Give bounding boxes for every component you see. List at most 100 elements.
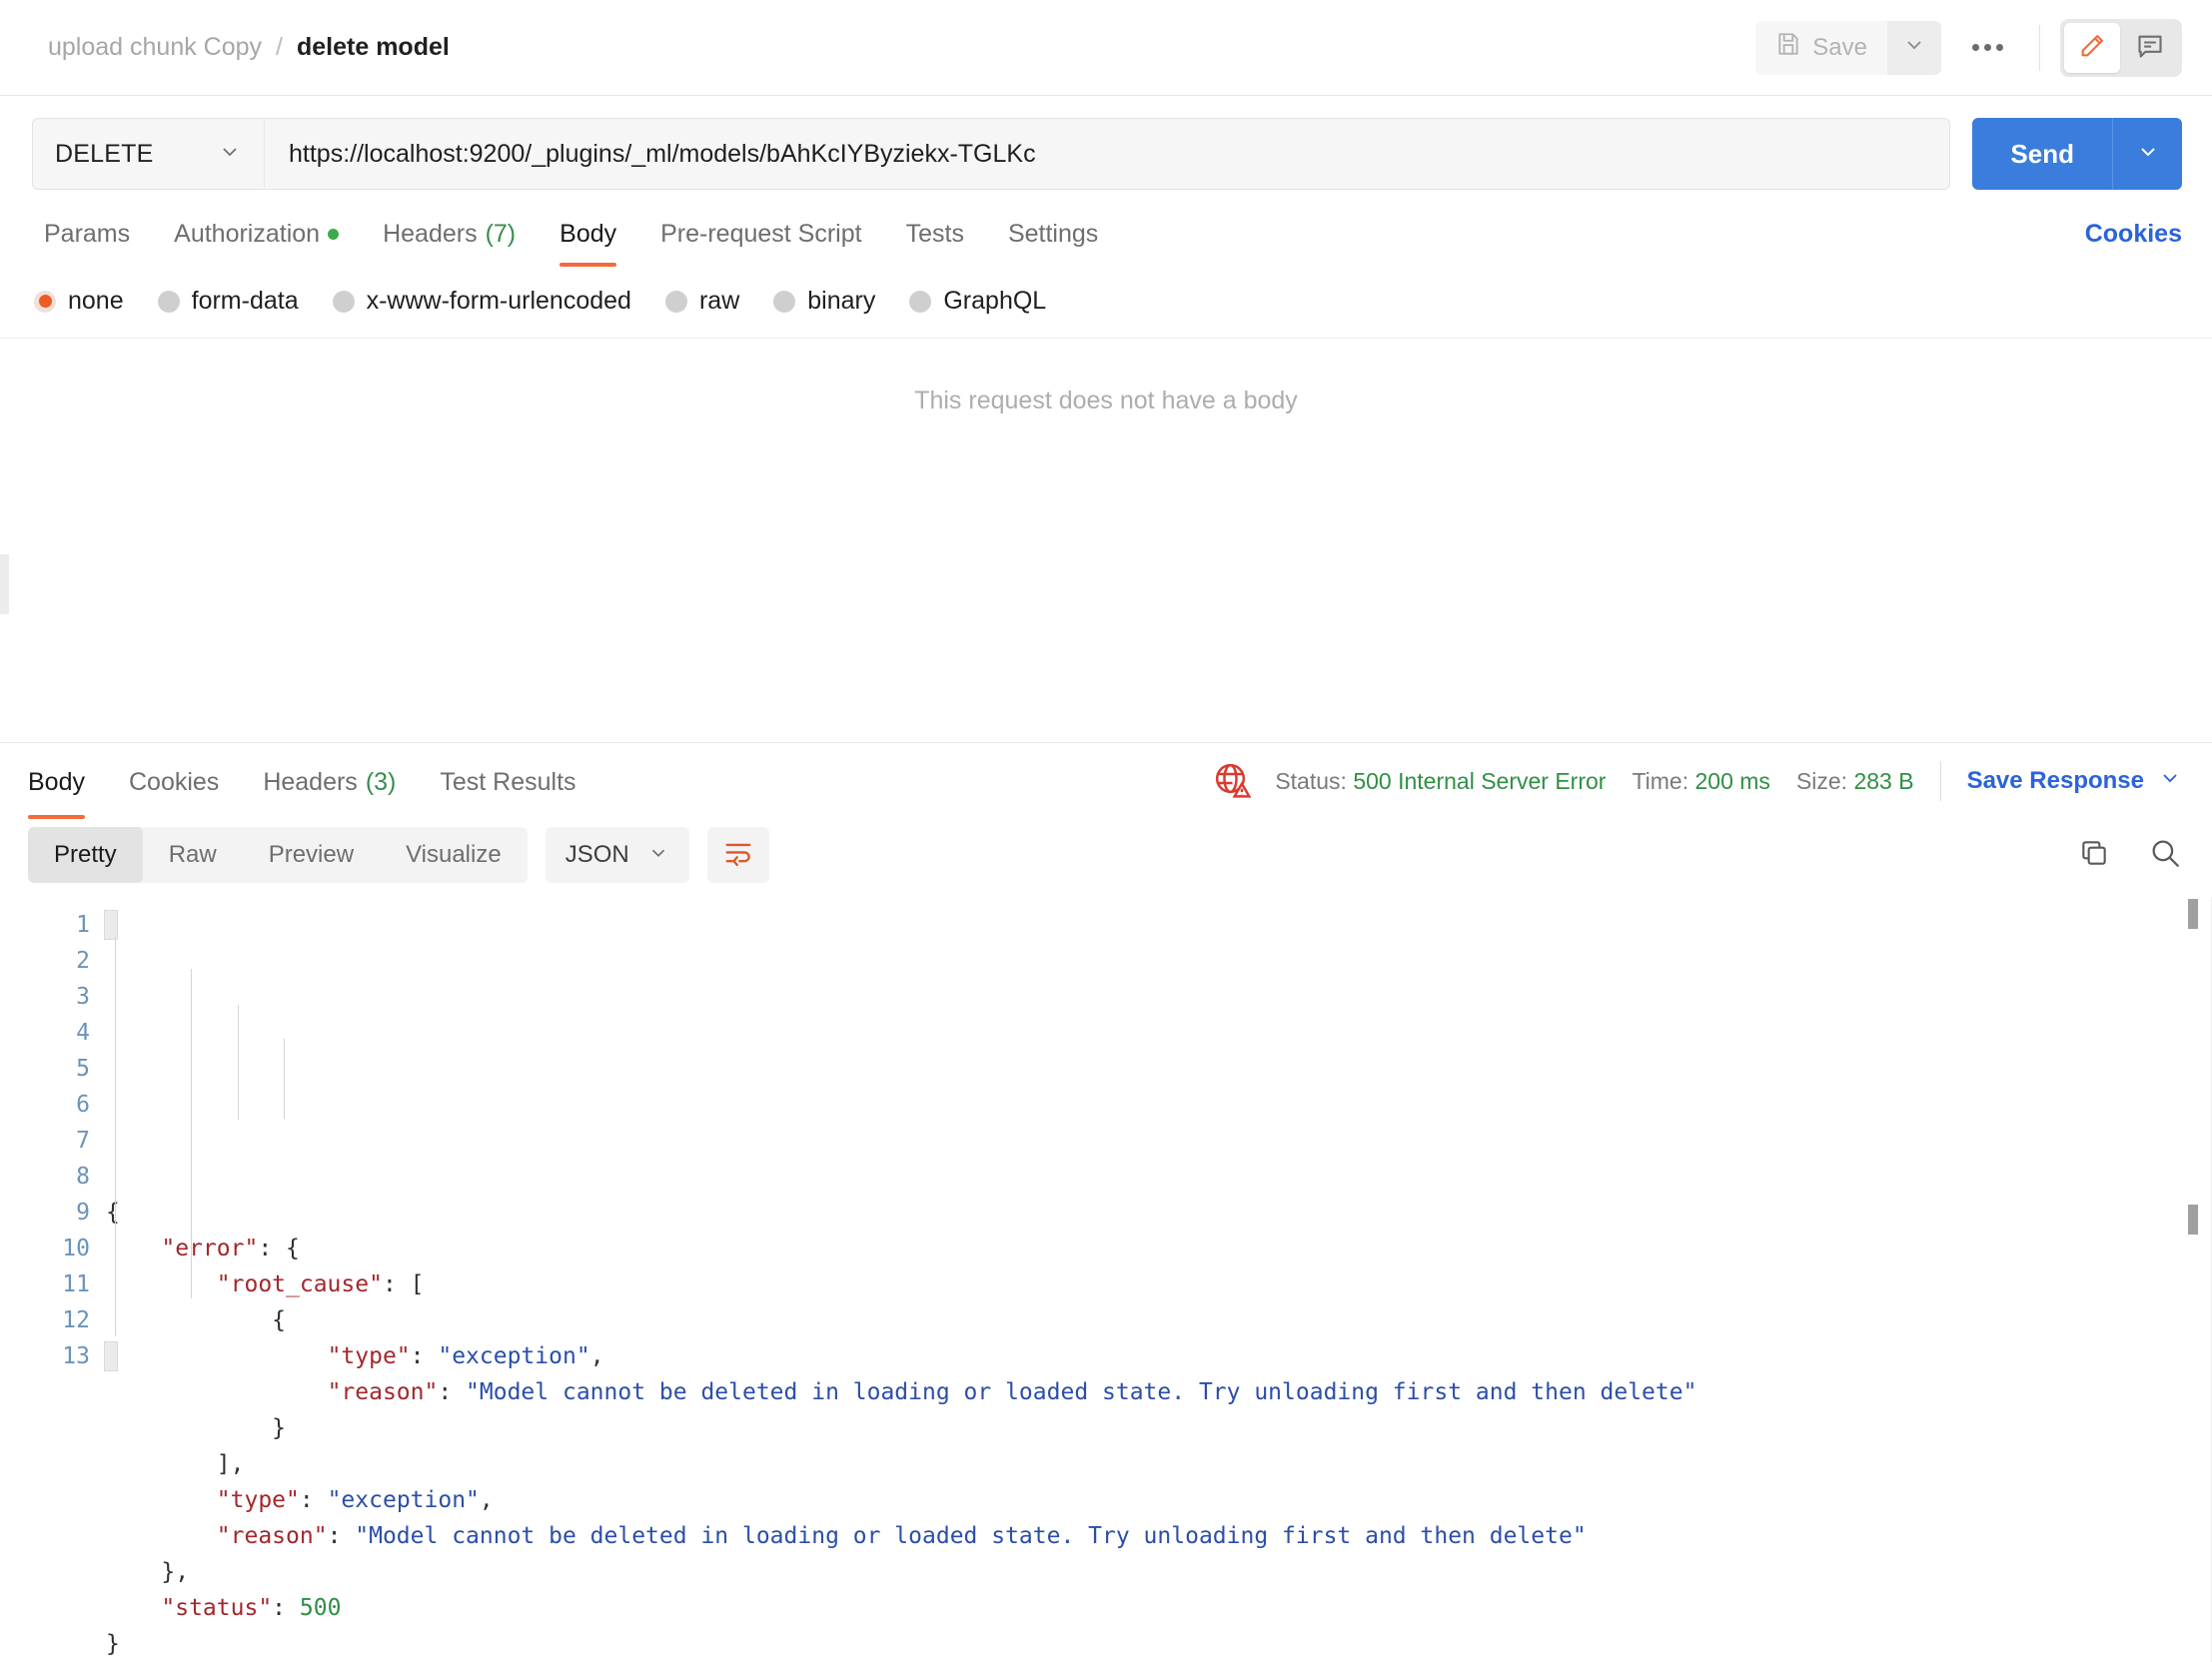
code-token: : <box>382 1271 411 1297</box>
send-button[interactable]: Send <box>1972 118 2112 190</box>
response-tab-test-results[interactable]: Test Results <box>418 768 597 819</box>
size-value: 283 B <box>1853 767 1914 794</box>
comment-mode-button[interactable] <box>2122 23 2178 73</box>
fold-marker[interactable] <box>104 910 118 940</box>
response-view-mode-group: Pretty Raw Preview Visualize <box>28 827 528 883</box>
headers-count: (7) <box>485 220 517 248</box>
response-format-select[interactable]: JSON <box>545 827 689 883</box>
save-dropdown-button[interactable] <box>1887 20 1941 75</box>
code-scrollbar[interactable] <box>2188 897 2198 1336</box>
code-line: "status": 500 <box>106 1590 2212 1626</box>
radio-label: x-www-form-urlencoded <box>366 287 631 315</box>
save-button[interactable]: Save <box>1755 20 1887 75</box>
line-number: 6 <box>76 1092 90 1118</box>
request-tabs: Params Authorization Headers (7) Body Pr… <box>0 210 2212 267</box>
response-tab-body[interactable]: Body <box>28 768 107 819</box>
line-number: 10 <box>62 1236 90 1261</box>
scrollbar-thumb[interactable] <box>2188 899 2198 929</box>
status-info: Status: 500 Internal Server Error <box>1275 768 1606 795</box>
url-input[interactable] <box>264 118 1951 190</box>
url-bar: DELETE Send <box>0 96 2212 210</box>
body-type-binary[interactable]: binary <box>773 287 875 316</box>
tab-authorization[interactable]: Authorization <box>152 210 361 267</box>
line-number: 7 <box>76 1128 90 1154</box>
indent-guide <box>284 1039 285 1119</box>
response-toolbar-actions <box>2078 836 2182 875</box>
copy-button[interactable] <box>2078 837 2110 874</box>
response-tab-cookies[interactable]: Cookies <box>107 768 241 819</box>
line-number: 4 <box>76 1020 90 1046</box>
radio-label: raw <box>698 287 740 315</box>
radio-icon <box>909 290 932 313</box>
ellipsis-icon <box>1971 44 1979 51</box>
body-type-raw[interactable]: raw <box>664 287 740 316</box>
radio-icon <box>773 290 796 313</box>
tab-body[interactable]: Body <box>538 210 638 267</box>
breadcrumb-current: delete model <box>297 33 450 61</box>
code-token: "root_cause" <box>216 1271 383 1297</box>
tab-label: Test Results <box>440 768 576 796</box>
cookies-link[interactable]: Cookies <box>2085 220 2182 267</box>
http-method-select[interactable]: DELETE <box>32 118 264 190</box>
empty-body-message: This request does not have a body <box>914 387 1298 415</box>
breadcrumb-parent[interactable]: upload chunk Copy <box>48 33 262 62</box>
tab-tests[interactable]: Tests <box>884 210 986 267</box>
view-mode-pretty[interactable]: Pretty <box>28 827 143 883</box>
tab-pre-request-script[interactable]: Pre-request Script <box>638 210 883 267</box>
tab-label: Cookies <box>128 768 220 796</box>
code-line: } <box>106 1410 2212 1446</box>
code-line: "root_cause": [ <box>106 1266 2212 1302</box>
tab-label: Pre-request Script <box>660 220 862 248</box>
code-line: }, <box>106 1554 2212 1590</box>
more-options-button[interactable] <box>1955 21 2019 75</box>
view-mode-visualize[interactable]: Visualize <box>380 827 528 883</box>
radio-label: binary <box>807 287 876 315</box>
ellipsis-icon <box>1983 44 1991 51</box>
response-tab-headers[interactable]: Headers (3) <box>241 768 418 819</box>
code-line: } <box>106 1626 2212 1662</box>
body-type-x-www-form-urlencoded[interactable]: x-www-form-urlencoded <box>332 287 631 316</box>
code-token: : <box>258 1236 287 1261</box>
code-line: "type": "exception", <box>106 1338 2212 1374</box>
body-type-graphql[interactable]: GraphQL <box>909 287 1046 316</box>
tab-label: Tests <box>905 220 964 248</box>
view-mode-raw[interactable]: Raw <box>143 827 243 883</box>
line-number: 11 <box>62 1271 90 1297</box>
line-number: 8 <box>76 1164 90 1190</box>
meta-divider <box>1939 761 1941 801</box>
request-body-empty-area: This request does not have a body <box>0 339 2212 742</box>
code-token: "error" <box>161 1236 259 1261</box>
response-toolbar: Pretty Raw Preview Visualize JSON <box>0 819 2212 897</box>
line-number: 13 <box>62 1343 90 1369</box>
line-number-gutter: 1 2 3 4 5 6 7 8 9 10 11 12 13 <box>0 907 106 1662</box>
tab-headers[interactable]: Headers (7) <box>361 210 538 267</box>
status-label: Status: <box>1275 767 1347 794</box>
chevron-down-icon <box>647 842 669 869</box>
indent-guide <box>238 1005 239 1120</box>
send-dropdown-button[interactable] <box>2112 118 2182 190</box>
tab-settings[interactable]: Settings <box>986 210 1120 267</box>
word-wrap-button[interactable] <box>706 827 769 883</box>
tab-params[interactable]: Params <box>32 210 152 267</box>
body-type-none[interactable]: none <box>34 287 124 316</box>
code-content[interactable]: { "error": { "root_cause": [ { "type": "… <box>104 907 2212 1662</box>
response-format-label: JSON <box>564 841 629 868</box>
left-scroll-indicator[interactable] <box>0 554 9 614</box>
fold-marker[interactable] <box>104 1341 118 1371</box>
line-number: 2 <box>76 948 90 974</box>
code-token: }, <box>161 1559 190 1585</box>
line-number: 9 <box>76 1200 90 1226</box>
scrollbar-thumb[interactable] <box>2188 1205 2198 1235</box>
body-type-form-data[interactable]: form-data <box>157 287 299 316</box>
response-body-viewer[interactable]: 1 2 3 4 5 6 7 8 9 10 11 12 13 { "error": { "root_cau… <box>0 897 2212 1662</box>
line-number: 5 <box>76 1056 90 1082</box>
view-mode-preview[interactable]: Preview <box>243 827 380 883</box>
response-headers-count: (3) <box>365 768 397 796</box>
search-button[interactable] <box>2148 836 2182 875</box>
edit-mode-button[interactable] <box>2064 22 2120 73</box>
network-warning-icon <box>1213 761 1253 801</box>
code-token: } <box>272 1415 287 1441</box>
copy-icon <box>2078 837 2110 874</box>
save-response-button[interactable]: Save Response <box>1967 766 2182 797</box>
size-label: Size: <box>1795 767 1848 794</box>
